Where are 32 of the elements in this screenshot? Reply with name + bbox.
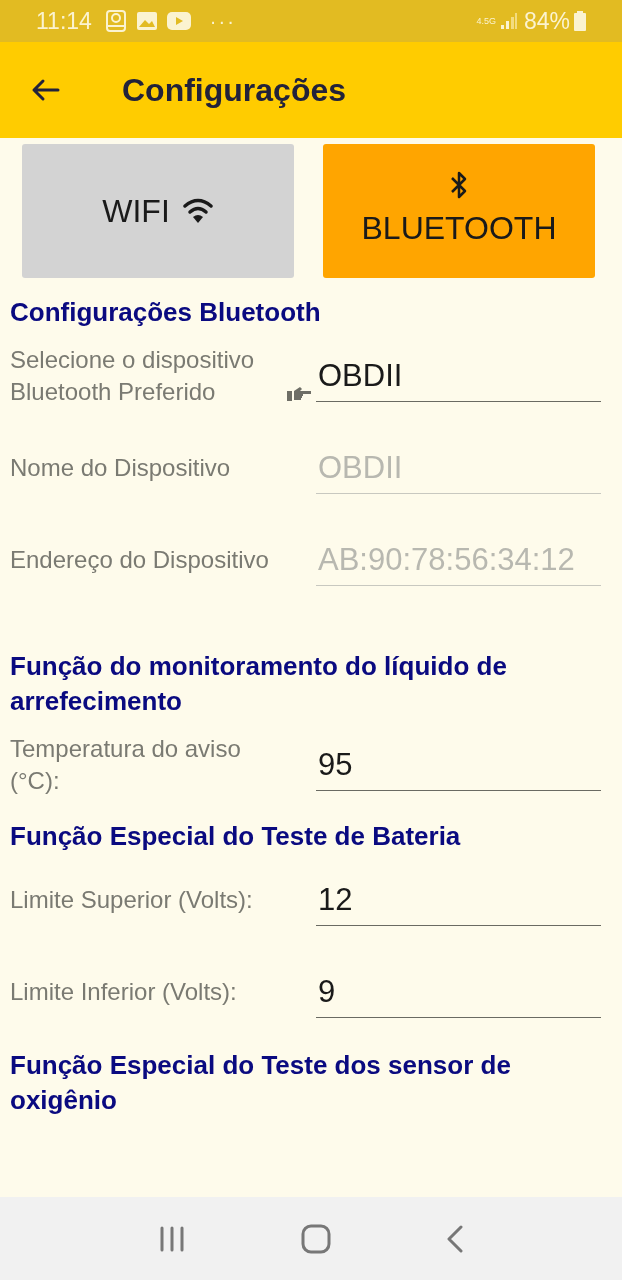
field-label: Limite Superior (Volts): (10, 885, 253, 915)
field-label: Temperatura do aviso (°C): (10, 734, 242, 796)
home-icon[interactable] (301, 1223, 331, 1254)
bluetooth-icon (449, 170, 469, 200)
input-field[interactable]: 9 (316, 966, 601, 1018)
wifi-icon (181, 197, 214, 225)
play-icon (165, 11, 192, 31)
device-picker[interactable]: OBDII (316, 350, 601, 402)
section-heading: Configurações Bluetooth (10, 296, 322, 329)
signal-icon (499, 12, 518, 30)
back-arrow-icon[interactable] (30, 78, 60, 102)
section-heading: Função do monitoramento do líquido de arrefecimento (10, 650, 508, 718)
section-heading: Função Especial do Teste dos sensor de oxigênio (10, 1049, 512, 1117)
pointing-hand-icon (286, 386, 312, 402)
section-heading: Função Especial do Teste de Bateria (10, 820, 462, 853)
input-field[interactable]: 12 (316, 874, 601, 926)
battery-level: 84% (523, 6, 570, 36)
more-indicator: ··· (209, 9, 236, 34)
field-label: Endereço do Dispositivo (10, 545, 269, 575)
battery-icon (574, 11, 586, 31)
field-label: Nome do Dispositivo (10, 453, 231, 483)
field-label: Selecione o dispositivo Bluetooth Preferido (10, 345, 256, 407)
screen-title: Configurações (122, 71, 347, 110)
network-type: 4.5G (476, 16, 496, 26)
input-field[interactable]: 95 (316, 739, 601, 791)
mode-button[interactable]: WIFI (22, 144, 294, 278)
clock: 11:14 (36, 6, 92, 36)
image-icon (135, 11, 158, 31)
back-icon[interactable] (446, 1224, 465, 1253)
drive-icon (103, 9, 128, 33)
mode-button[interactable]: BLUETOOTH (323, 144, 595, 278)
field-label: Limite Inferior (Volts): (10, 977, 237, 1007)
